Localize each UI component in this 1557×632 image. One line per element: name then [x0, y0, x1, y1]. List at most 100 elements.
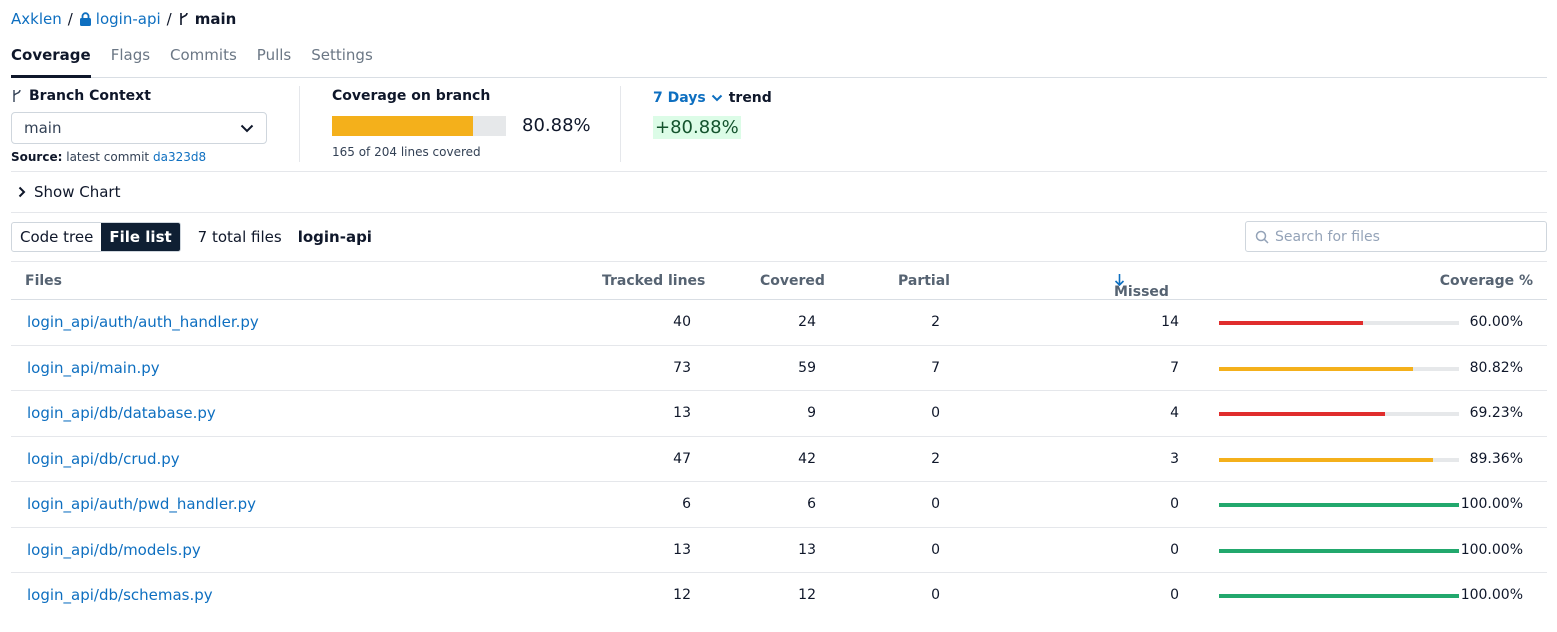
coverage-bar [1219, 503, 1459, 507]
coverage-bar [1219, 594, 1459, 598]
table-row: login_api/db/crud.py 47 42 2 3 89.36% [11, 437, 1547, 482]
header-coverage-percent[interactable]: Coverage % [1440, 273, 1533, 289]
coverage-bar [1219, 366, 1459, 371]
source-text: latest commit [66, 150, 150, 164]
table-row: login_api/auth/pwd_handler.py 6 6 0 0 100.00% [11, 482, 1547, 528]
coverage-title: Coverage on branch [332, 88, 491, 104]
missed-cell: 4 [1170, 405, 1179, 421]
files-table: Files Tracked lines Covered Partial Miss… [11, 261, 1547, 619]
branch-context: Branch Context main Source: latest commi… [11, 86, 299, 164]
branch-source: Source: latest commit da323d8 [11, 150, 299, 164]
total-files-count: 7 total files [197, 228, 282, 246]
view-toggle: Code tree File list [11, 222, 181, 252]
coverage-bar-fill [1219, 366, 1413, 371]
coverage-percent-cell: 100.00% [1460, 587, 1523, 603]
show-chart-toggle[interactable]: Show Chart [11, 172, 1547, 213]
coverage-bar [1219, 412, 1459, 416]
branch-select[interactable]: main [11, 112, 267, 144]
missed-cell: 14 [1161, 314, 1179, 330]
file-link[interactable]: login_api/db/schemas.py [27, 586, 213, 604]
covered-cell: 6 [807, 496, 816, 512]
missed-cell: 0 [1170, 541, 1179, 558]
missed-cell: 3 [1170, 450, 1179, 467]
branch-context-title: Branch Context [11, 86, 299, 106]
header-tracked-lines[interactable]: Tracked lines [602, 273, 705, 289]
file-link[interactable]: login_api/db/crud.py [27, 450, 180, 468]
breadcrumb-branch: main [194, 10, 237, 28]
coverage-percent-cell: 69.23% [1469, 405, 1523, 421]
file-link[interactable]: login_api/db/database.py [27, 404, 216, 422]
file-link[interactable]: login_api/db/models.py [27, 541, 201, 559]
partial-cell: 7 [931, 359, 940, 376]
coverage-trend: 7 Days trend +80.88% [653, 88, 772, 139]
repo-tabs: Coverage Flags Commits Pulls Settings [11, 44, 1547, 78]
partial-cell: 0 [931, 496, 940, 512]
search-icon [1255, 230, 1269, 244]
covered-cell: 9 [807, 405, 816, 421]
partial-cell: 2 [931, 314, 940, 330]
header-missed-label: Missed [1114, 284, 1169, 300]
table-row: login_api/db/schemas.py 12 12 0 0 100.00% [11, 573, 1547, 619]
coverage-bar [1219, 548, 1459, 553]
coverage-percent: 80.88% [522, 115, 591, 136]
breadcrumb-separator: / [67, 10, 73, 28]
covered-cell: 24 [798, 314, 816, 330]
tab-flags[interactable]: Flags [111, 44, 150, 78]
coverage-bar-fill [1219, 503, 1459, 507]
covered-cell: 13 [798, 541, 816, 558]
show-chart-label: Show Chart [34, 183, 121, 201]
tracked-lines-cell: 6 [682, 496, 691, 512]
code-tree-button[interactable]: Code tree [12, 223, 101, 251]
tab-pulls[interactable]: Pulls [257, 44, 291, 78]
tracked-lines-cell: 13 [673, 405, 691, 421]
tab-settings[interactable]: Settings [311, 44, 373, 78]
table-row: login_api/main.py 73 59 7 7 80.82% [11, 346, 1547, 391]
lines-covered-text: 165 of 204 lines covered [332, 145, 481, 159]
file-link[interactable]: login_api/auth/auth_handler.py [27, 313, 259, 331]
branch-select-value: main [24, 119, 62, 137]
trend-period-dropdown[interactable]: 7 Days [653, 90, 723, 106]
file-link[interactable]: login_api/main.py [27, 359, 160, 377]
missed-cell: 7 [1170, 359, 1179, 376]
coverage-bar [1219, 321, 1459, 325]
source-label: Source: [11, 150, 63, 164]
file-toolbar: Code tree File list 7 total files login-… [11, 221, 1547, 253]
file-search [1245, 221, 1547, 252]
coverage-bar-fill [1219, 594, 1459, 598]
header-missed[interactable]: Missed [1114, 273, 1169, 300]
partial-cell: 0 [931, 541, 940, 558]
repo-root-label: login-api [297, 228, 372, 246]
coverage-percent-cell: 60.00% [1469, 314, 1523, 330]
tab-coverage[interactable]: Coverage [11, 44, 91, 78]
tracked-lines-cell: 12 [673, 587, 691, 603]
chevron-down-icon [711, 94, 722, 102]
tab-commits[interactable]: Commits [170, 44, 237, 78]
header-files[interactable]: Files [25, 273, 62, 289]
coverage-bar-fill [1219, 412, 1386, 416]
tracked-lines-cell: 13 [673, 541, 691, 558]
divider [620, 86, 621, 162]
commit-link[interactable]: da323d8 [153, 150, 206, 164]
file-link[interactable]: login_api/auth/pwd_handler.py [27, 495, 256, 513]
coverage-bar-fill [1219, 548, 1459, 553]
partial-cell: 0 [931, 405, 940, 421]
header-partial[interactable]: Partial [898, 273, 950, 289]
table-row: login_api/db/database.py 13 9 0 4 69.23% [11, 391, 1547, 437]
breadcrumb-repo-link[interactable]: login-api [96, 10, 161, 28]
partial-cell: 0 [931, 587, 940, 603]
table-row: login_api/auth/auth_handler.py 40 24 2 14 60.… [11, 300, 1547, 346]
table-row: login_api/db/models.py 13 13 0 0 100.00% [11, 528, 1547, 573]
breadcrumb-owner-link[interactable]: Axklen [11, 10, 62, 28]
partial-cell: 2 [931, 450, 940, 467]
search-files-input[interactable] [1275, 228, 1535, 245]
header-covered[interactable]: Covered [760, 273, 825, 289]
file-list-button[interactable]: File list [101, 223, 180, 251]
git-branch-icon [13, 89, 21, 102]
coverage-percent-cell: 80.82% [1469, 359, 1523, 376]
trend-period-label: 7 Days [653, 90, 706, 106]
coverage-percent-cell: 100.00% [1460, 496, 1523, 512]
table-header: Files Tracked lines Covered Partial Miss… [11, 261, 1547, 300]
missed-cell: 0 [1170, 587, 1179, 603]
branch-context-label: Branch Context [29, 88, 151, 104]
trend-label: trend [728, 90, 772, 106]
